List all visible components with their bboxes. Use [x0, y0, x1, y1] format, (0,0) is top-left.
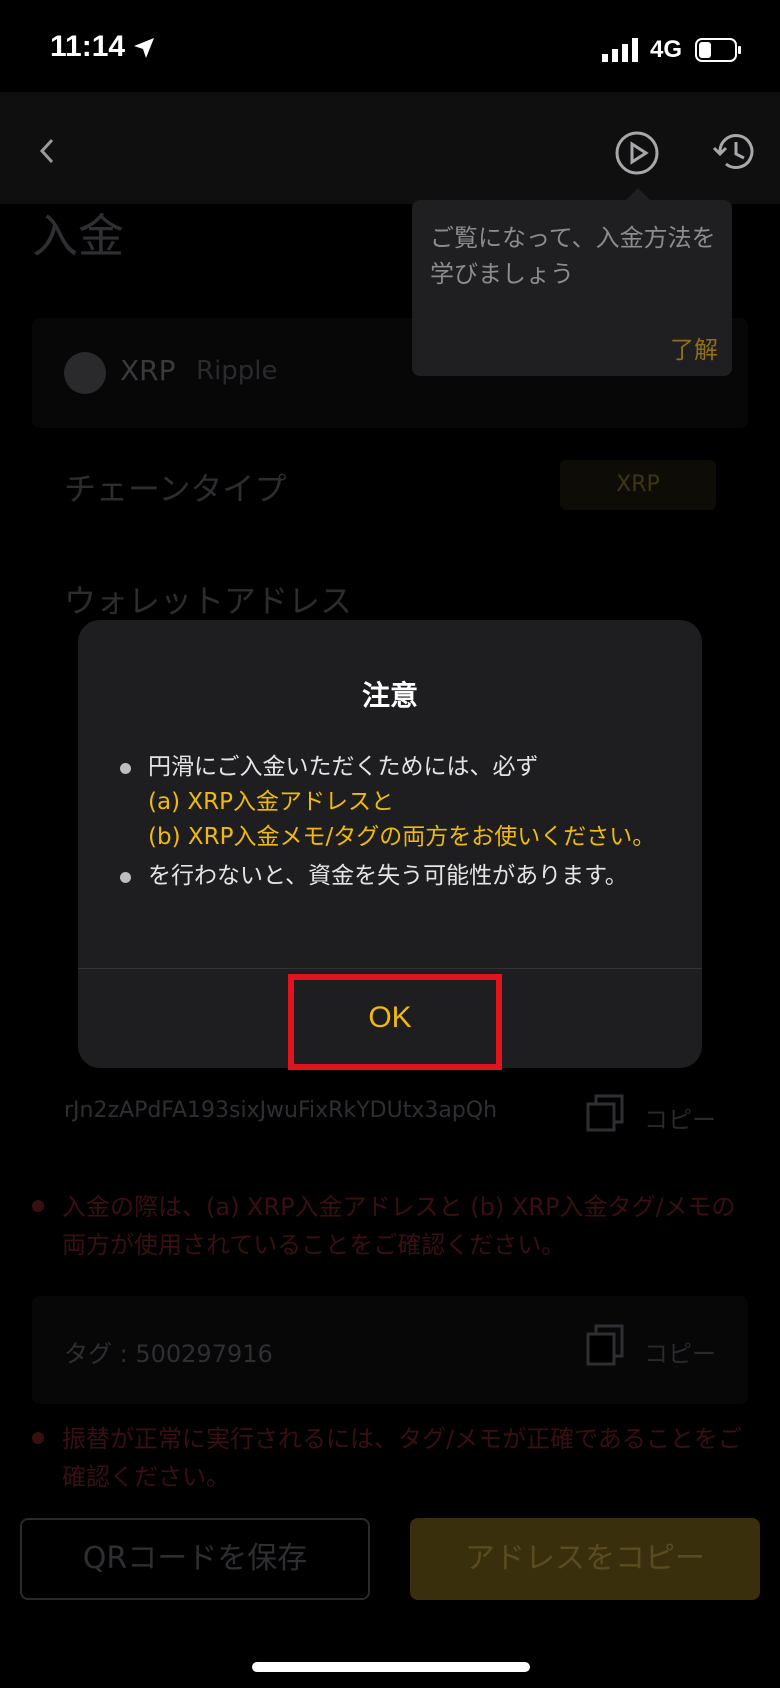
copy-address-label[interactable]: コピー	[644, 1100, 716, 1135]
tooltip-text: ご覧になって、入金方法を学びましょう	[430, 224, 716, 288]
tag-value: タグ : 500297916	[64, 1340, 273, 1368]
modal-line-1-a: (a) XRP入金アドレスと	[148, 789, 394, 815]
copy-icon[interactable]	[584, 1322, 626, 1368]
copy-tag-label[interactable]: コピー	[644, 1334, 716, 1369]
bullet-icon	[120, 763, 131, 774]
home-indicator[interactable]	[252, 1662, 530, 1672]
modal-item-1: 円滑にご入金いただくためには、必ず (a) XRP入金アドレスと (b) XRP…	[118, 750, 678, 855]
copy-icon[interactable]	[584, 1092, 626, 1134]
chain-type-label: チェーンタイプ	[64, 470, 287, 508]
warning-text-1: 入金の際は、(a) XRP入金アドレスと (b) XRP入金タグ/メモの両方が使…	[32, 1188, 748, 1264]
modal-item-2: を行わないと、資金を失う可能性があります。	[118, 859, 678, 894]
modal-divider	[78, 968, 702, 969]
warning-text: 入金の際は、(a) XRP入金アドレスと (b) XRP入金タグ/メモの両方が使…	[62, 1193, 736, 1259]
status-bar: 11:14 4G	[0, 0, 780, 92]
wallet-address-label: ウォレットアドレス	[64, 582, 353, 620]
modal-line-1-b: (b) XRP入金メモ/タグの両方をお使いください。	[148, 824, 656, 850]
chain-type-chip[interactable]: XRP	[560, 460, 716, 510]
coin-name: Ripple	[196, 356, 278, 386]
copy-address-button[interactable]: アドレスをコピー	[410, 1518, 760, 1600]
chevron-left-icon[interactable]	[36, 136, 58, 166]
warning-bullet	[32, 1432, 44, 1444]
warning-bullet	[32, 1200, 44, 1212]
wallet-address-value: rJn2zAPdFA193sixJwuFixRkYDUtx3apQh	[64, 1098, 498, 1123]
coin-symbol: XRP	[120, 354, 176, 387]
battery-icon	[695, 38, 741, 62]
modal-line-1-prefix: 円滑にご入金いただくためには、必ず	[148, 754, 539, 780]
xrp-coin-icon	[64, 352, 106, 394]
bullet-icon	[120, 872, 131, 883]
signal-icon	[602, 38, 638, 62]
modal-line-2: を行わないと、資金を失う可能性があります。	[148, 863, 628, 889]
header	[0, 92, 780, 204]
highlight-box	[288, 974, 502, 1070]
location-arrow-icon	[134, 38, 154, 58]
warning-text: 振替が正常に実行されるには、タグ/メモが正確であることをご確認ください。	[62, 1425, 742, 1491]
network-type: 4G	[650, 36, 683, 63]
save-qr-button[interactable]: QRコードを保存	[20, 1518, 370, 1600]
modal-body: 円滑にご入金いただくためには、必ず (a) XRP入金アドレスと (b) XRP…	[118, 750, 678, 894]
tooltip-ok-button[interactable]: 了解	[670, 330, 718, 365]
warning-text-2: 振替が正常に実行されるには、タグ/メモが正確であることをご確認ください。	[32, 1420, 748, 1496]
status-time: 11:14	[50, 30, 126, 63]
page-title: 入金	[32, 209, 124, 263]
tooltip-arrow	[626, 188, 650, 200]
play-circle-icon[interactable]	[614, 130, 660, 176]
history-icon[interactable]	[710, 128, 758, 176]
modal-title: 注意	[361, 679, 418, 712]
